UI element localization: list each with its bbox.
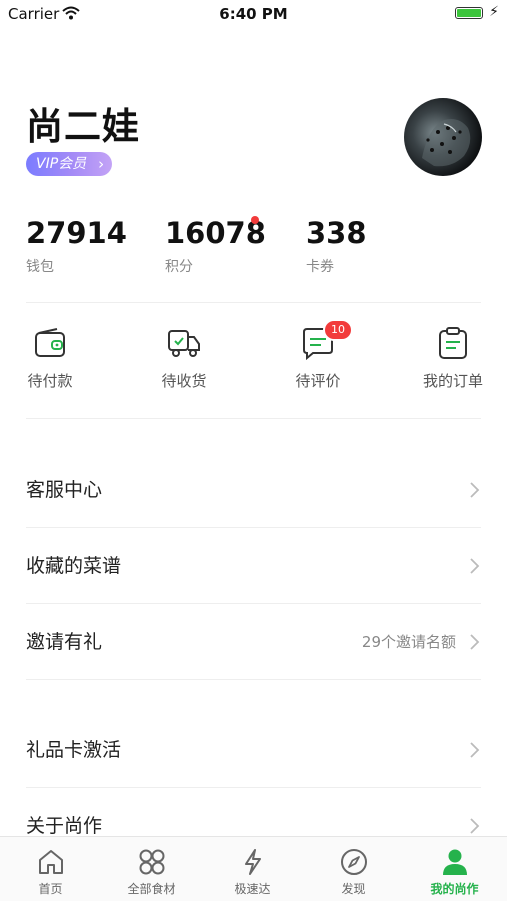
divider xyxy=(26,418,481,419)
menu-item-label: 礼品卡激活 xyxy=(26,739,122,761)
stat-label: 钱包 xyxy=(26,259,54,275)
stat-wallet[interactable]: 27914 钱包 xyxy=(26,216,127,276)
order-pending-delivery[interactable]: 待收货 xyxy=(134,326,234,391)
profile-header: 尚二娃 VIP会员 › xyxy=(26,96,486,186)
tab-label: 全部食材 xyxy=(127,882,176,896)
menu-item-customer-service[interactable]: 客服中心 xyxy=(26,452,486,528)
chevron-right-icon xyxy=(470,482,480,498)
menu-item-gift-card[interactable]: 礼品卡激活 xyxy=(26,712,486,788)
menu-item-label: 收藏的菜谱 xyxy=(26,555,122,577)
stats-row: 27914 钱包 16078 积分 338 卡券 xyxy=(26,216,486,278)
user-name: 尚二娃 xyxy=(26,105,140,148)
avatar[interactable] xyxy=(404,98,482,176)
order-pending-review[interactable]: 10 待评价 xyxy=(268,319,368,391)
stat-points[interactable]: 16078 积分 xyxy=(165,216,266,276)
menu-item-label: 邀请有礼 xyxy=(26,631,103,653)
leopard-avatar-image xyxy=(422,119,471,167)
chevron-right-icon xyxy=(470,742,480,758)
compass-icon xyxy=(340,849,367,875)
order-label: 待收货 xyxy=(161,372,207,390)
order-pending-payment[interactable]: 待付款 xyxy=(0,326,100,391)
stat-value: 338 xyxy=(306,216,367,250)
order-shortcuts: 待付款 待收货 10 待评价 我的订单 xyxy=(0,319,507,396)
review-count-badge: 10 xyxy=(323,319,353,341)
tab-home[interactable]: 首页 xyxy=(0,847,101,897)
grid-icon xyxy=(139,849,164,875)
divider xyxy=(26,302,481,303)
order-label: 待评价 xyxy=(295,372,341,390)
status-bar: Carrier 6:40 PM ⚡ xyxy=(0,0,507,28)
clipboard-icon xyxy=(436,326,470,360)
tab-my-profile[interactable]: 我的尚作 xyxy=(404,847,505,897)
comment-icon: 10 xyxy=(301,319,353,361)
tab-bar: 首页 全部食材 极速达 发现 我的尚作 xyxy=(0,836,507,901)
menu-item-saved-recipes[interactable]: 收藏的菜谱 xyxy=(26,528,486,604)
home-icon xyxy=(38,850,63,874)
stat-label: 积分 xyxy=(165,259,193,275)
tab-express[interactable]: 极速达 xyxy=(202,847,303,897)
chevron-right-icon xyxy=(470,634,480,650)
battery-icon xyxy=(455,7,483,19)
chevron-right-icon: › xyxy=(98,155,105,173)
wallet-icon xyxy=(33,326,67,360)
chevron-right-icon xyxy=(470,818,480,834)
charging-icon: ⚡ xyxy=(489,4,499,20)
truck-icon xyxy=(167,326,201,360)
tab-label: 发现 xyxy=(341,882,366,896)
clock: 6:40 PM xyxy=(219,5,288,23)
notification-dot xyxy=(251,216,259,224)
order-label: 我的订单 xyxy=(422,372,483,390)
lightning-icon xyxy=(244,849,261,875)
tab-all-ingredients[interactable]: 全部食材 xyxy=(101,847,202,897)
menu-item-label: 客服中心 xyxy=(26,479,103,501)
user-icon xyxy=(442,849,467,875)
vip-badge-button[interactable]: VIP会员 › xyxy=(26,152,113,176)
divider xyxy=(26,679,481,680)
tab-label: 首页 xyxy=(38,882,63,896)
vip-label: VIP会员 xyxy=(36,156,87,172)
menu-item-invite[interactable]: 邀请有礼 29个邀请名额 xyxy=(26,604,486,680)
invite-quota-text: 29个邀请名额 xyxy=(361,633,456,651)
chevron-right-icon xyxy=(470,558,480,574)
tab-label: 极速达 xyxy=(234,882,271,896)
my-orders[interactable]: 我的订单 xyxy=(403,326,503,391)
stat-coupons[interactable]: 338 卡券 xyxy=(306,216,367,276)
tab-discover[interactable]: 发现 xyxy=(303,847,404,897)
tab-label: 我的尚作 xyxy=(430,882,479,896)
order-label: 待付款 xyxy=(27,372,73,390)
stat-value: 27914 xyxy=(26,216,127,250)
stat-label: 卡券 xyxy=(306,259,334,275)
